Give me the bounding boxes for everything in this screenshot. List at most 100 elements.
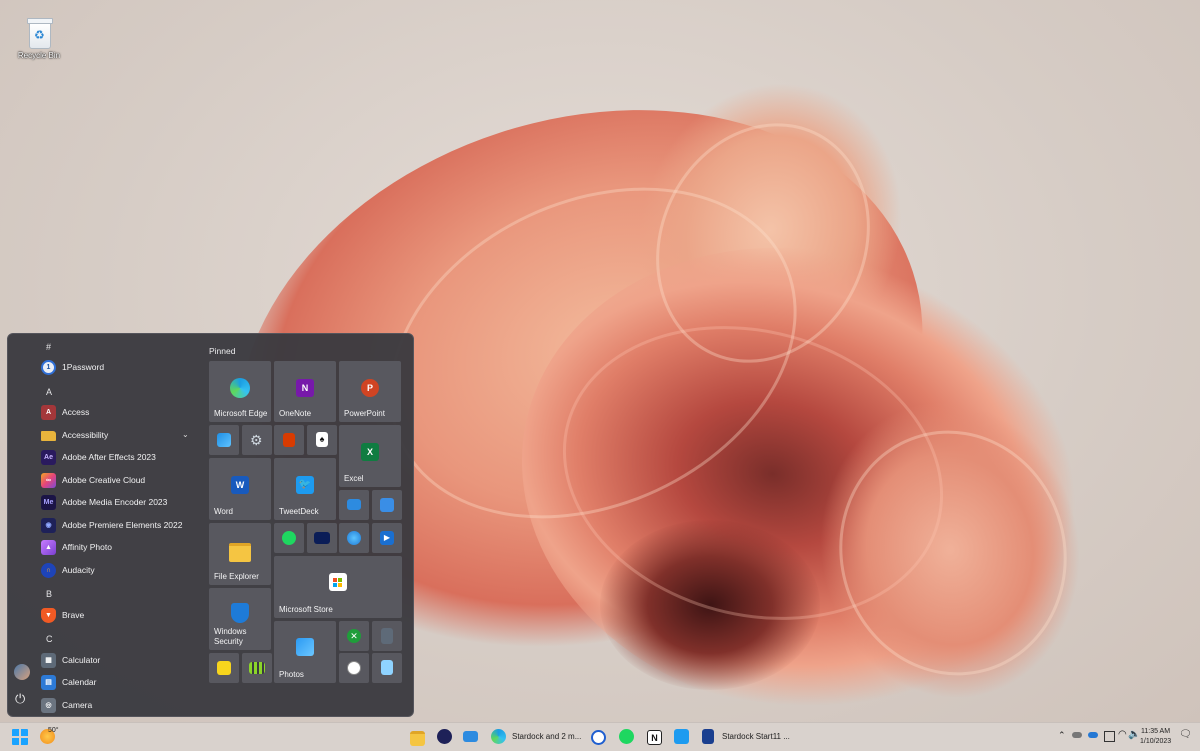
app-item-after-effects[interactable]: Ae Adobe After Effects 2023 [36, 447, 204, 469]
tile-microsoft-store[interactable]: Microsoft Store [274, 556, 402, 618]
calendar-tile-icon [380, 498, 394, 512]
word-icon: W [231, 476, 249, 494]
app-item-audacity[interactable]: ∩ Audacity [36, 560, 204, 582]
app-item-premiere-elements[interactable]: ◉ Adobe Premiere Elements 2022 [36, 515, 204, 537]
app-item-accessibility-folder[interactable]: Accessibility ⌄ [36, 425, 204, 447]
solitaire-cards-icon: ♠ [316, 432, 328, 447]
edge-taskbar-icon[interactable] [491, 729, 506, 744]
tile-windows-security[interactable]: Windows Security [209, 588, 271, 650]
app-item-calendar[interactable]: ▤ Calendar [36, 672, 204, 694]
play-icon: ▶ [380, 531, 394, 545]
file-explorer-taskbar-icon[interactable] [410, 731, 425, 746]
app-item-brave[interactable]: ▼ Brave [36, 605, 204, 627]
letter-header-a[interactable]: A [46, 387, 66, 397]
tile-security-line1: Windows [214, 627, 247, 636]
chevron-down-icon[interactable]: ⌄ [182, 430, 189, 439]
letter-header-hash[interactable]: # [46, 342, 66, 352]
tile-small-paint[interactable] [209, 425, 239, 455]
start11-window-button[interactable]: Stardock Start11 ... [722, 732, 790, 741]
start11-taskbar-icon[interactable] [702, 729, 714, 744]
after-effects-icon: Ae [41, 450, 56, 465]
tile-small-notepad[interactable] [372, 653, 402, 683]
tile-small-stardock[interactable] [242, 653, 272, 683]
tile-small-calendar[interactable] [372, 490, 402, 520]
photos-icon [296, 638, 314, 656]
office-icon [283, 433, 295, 447]
spotify-taskbar-icon[interactable] [619, 729, 634, 744]
onenote-icon: N [296, 379, 314, 397]
app-item-creative-cloud[interactable]: ∞ Adobe Creative Cloud [36, 470, 204, 492]
app-item-calculator[interactable]: ▦ Calculator [36, 650, 204, 672]
tile-small-solitaire[interactable]: ♠ [307, 425, 337, 455]
tile-small-office[interactable] [274, 425, 304, 455]
globe-icon [347, 531, 361, 545]
brave-icon: ▼ [41, 608, 56, 623]
folder-icon [229, 543, 251, 562]
excel-icon: X [361, 443, 379, 461]
calculator-icon [381, 628, 393, 644]
tile-photos[interactable]: Photos [274, 621, 336, 683]
tile-file-explorer[interactable]: File Explorer [209, 523, 271, 585]
app-item-access[interactable]: A Access [36, 402, 204, 424]
tile-small-spotify[interactable] [274, 523, 304, 553]
tile-word[interactable]: W Word [209, 458, 271, 520]
tile-small-disney[interactable] [307, 523, 337, 553]
onedrive-icon[interactable] [1088, 732, 1098, 738]
folder-icon [41, 431, 56, 441]
tile-security-line2: Security [214, 636, 243, 646]
store-bag-icon [329, 573, 347, 591]
premiere-taskbar-icon[interactable] [437, 729, 452, 744]
notepad-icon [381, 660, 393, 675]
notion-taskbar-icon[interactable]: N [647, 730, 662, 745]
tile-tweetdeck[interactable]: 🐦 TweetDeck [274, 458, 336, 520]
media-encoder-icon: Me [41, 495, 56, 510]
tile-small-mail[interactable] [339, 490, 369, 520]
chevron-up-icon[interactable]: ⌃ [1058, 730, 1066, 741]
app-item-media-encoder[interactable]: Me Adobe Media Encoder 2023 [36, 492, 204, 514]
start-button-windows-icon[interactable] [12, 729, 28, 745]
letter-header-b[interactable]: B [46, 589, 66, 599]
app-item-camera[interactable]: ◎ Camera [36, 695, 204, 716]
tile-onenote[interactable]: N OneNote [274, 361, 336, 422]
tile-small-maps[interactable] [339, 523, 369, 553]
tile-small-clock[interactable] [339, 653, 369, 683]
volume-icon[interactable]: 🔈 [1128, 729, 1140, 740]
clock-date[interactable]: 1/10/2023 [1140, 738, 1171, 745]
edge-window-button[interactable]: Stardock and 2 m... [512, 732, 581, 741]
clock-icon [347, 661, 361, 675]
tile-powerpoint[interactable]: P PowerPoint [339, 361, 401, 422]
letter-header-c[interactable]: C [46, 634, 66, 644]
tile-small-sticky-notes[interactable] [209, 653, 239, 683]
display-icon[interactable] [1104, 731, 1115, 742]
wifi-icon[interactable]: ◠ [1118, 729, 1127, 740]
tile-small-settings[interactable]: ⚙ [242, 425, 272, 455]
clock-time[interactable]: 11:35 AM [1141, 728, 1170, 735]
user-avatar[interactable] [14, 664, 30, 680]
tile-small-calculator[interactable] [372, 621, 402, 651]
spotify-icon [282, 531, 296, 545]
mail-icon [347, 499, 361, 510]
access-icon: A [41, 405, 56, 420]
tile-microsoft-edge[interactable]: Microsoft Edge [209, 361, 271, 422]
affinity-photo-icon: ▲ [41, 540, 56, 555]
sticky-notes-icon [217, 661, 231, 675]
mail-taskbar-icon[interactable] [463, 731, 478, 742]
start-menu-rail: ⏻ [8, 334, 36, 716]
app-item-1password[interactable]: 1 1Password [36, 357, 204, 379]
notification-bell-icon[interactable]: 🗨 [1179, 729, 1192, 740]
1password-taskbar-icon[interactable] [591, 730, 606, 745]
recycle-bin-icon: ♻ [26, 18, 53, 49]
cloud-icon[interactable] [1072, 732, 1082, 738]
weather-temp[interactable]: 50° [48, 727, 59, 734]
tile-small-movies[interactable]: ▶ [372, 523, 402, 553]
twitter-taskbar-icon[interactable] [674, 729, 689, 744]
creative-cloud-icon: ∞ [41, 473, 56, 488]
shield-icon [231, 603, 249, 623]
app-item-affinity-photo[interactable]: ▲ Affinity Photo [36, 537, 204, 559]
power-icon[interactable]: ⏻ [15, 692, 25, 705]
pinned-title: Pinned [209, 346, 236, 356]
tile-excel[interactable]: X Excel [339, 425, 401, 487]
recycle-bin-desktop-icon[interactable]: ♻ Recycle Bin [14, 18, 64, 60]
disney-plus-icon [314, 532, 330, 544]
tile-small-xbox[interactable]: ✕ [339, 621, 369, 651]
